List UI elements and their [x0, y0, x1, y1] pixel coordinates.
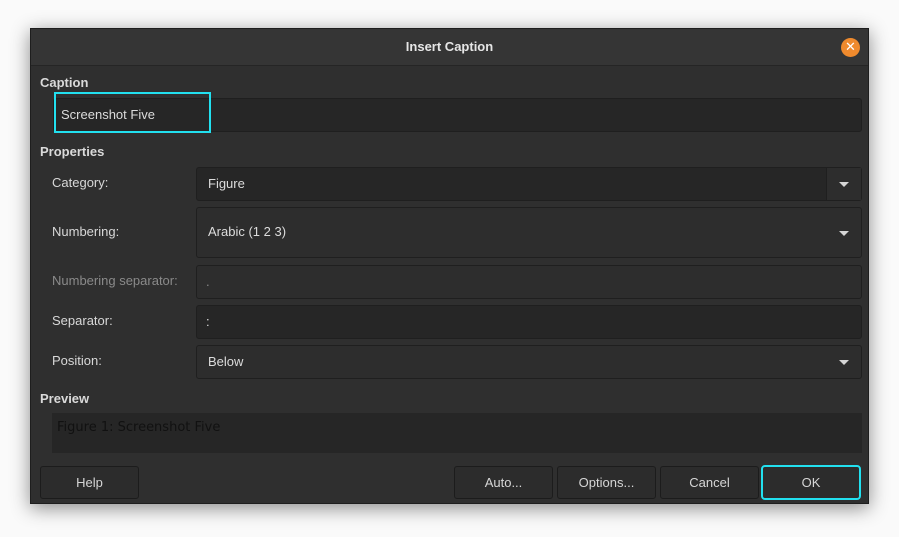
help-button[interactable]: Help — [40, 466, 139, 499]
category-value: Figure — [208, 176, 245, 191]
preview-box: Figure 1: Screenshot Five — [52, 413, 862, 453]
position-dropdown-icon[interactable] — [827, 346, 861, 378]
category-dropdown-icon[interactable] — [826, 168, 861, 200]
numbering-separator-input: . — [196, 265, 862, 299]
caption-focus-ring — [54, 92, 211, 133]
dialog-title: Insert Caption — [405, 39, 494, 54]
separator-value: : — [206, 314, 210, 329]
category-combobox[interactable]: Figure — [196, 167, 862, 201]
position-value: Below — [208, 354, 244, 369]
numbering-select[interactable]: Arabic (1 2 3) — [196, 207, 862, 258]
position-select[interactable]: Below — [196, 345, 862, 379]
ok-button[interactable]: OK — [761, 465, 861, 500]
preview-text: Figure 1: Screenshot Five — [57, 420, 221, 435]
cancel-button[interactable]: Cancel — [660, 466, 759, 499]
properties-heading: Properties — [40, 144, 105, 159]
caption-heading: Caption — [40, 75, 89, 90]
numbering-separator-value: . — [206, 274, 210, 289]
separator-input[interactable]: : — [196, 305, 862, 339]
auto-button[interactable]: Auto... — [454, 466, 553, 499]
separator-label: Separator: — [52, 313, 113, 328]
options-button[interactable]: Options... — [557, 466, 656, 499]
close-icon[interactable]: ✕ — [841, 38, 860, 57]
insert-caption-dialog: Insert Caption ✕ Caption Screenshot Five… — [30, 28, 869, 504]
numbering-label: Numbering: — [52, 224, 120, 239]
category-label: Category: — [52, 175, 109, 190]
numbering-separator-label: Numbering separator: — [52, 273, 178, 288]
title-bar: Insert Caption ✕ — [31, 29, 868, 66]
numbering-dropdown-icon[interactable] — [827, 208, 861, 257]
numbering-value: Arabic (1 2 3) — [208, 224, 287, 239]
preview-heading: Preview — [40, 391, 90, 406]
position-label: Position: — [52, 353, 102, 368]
